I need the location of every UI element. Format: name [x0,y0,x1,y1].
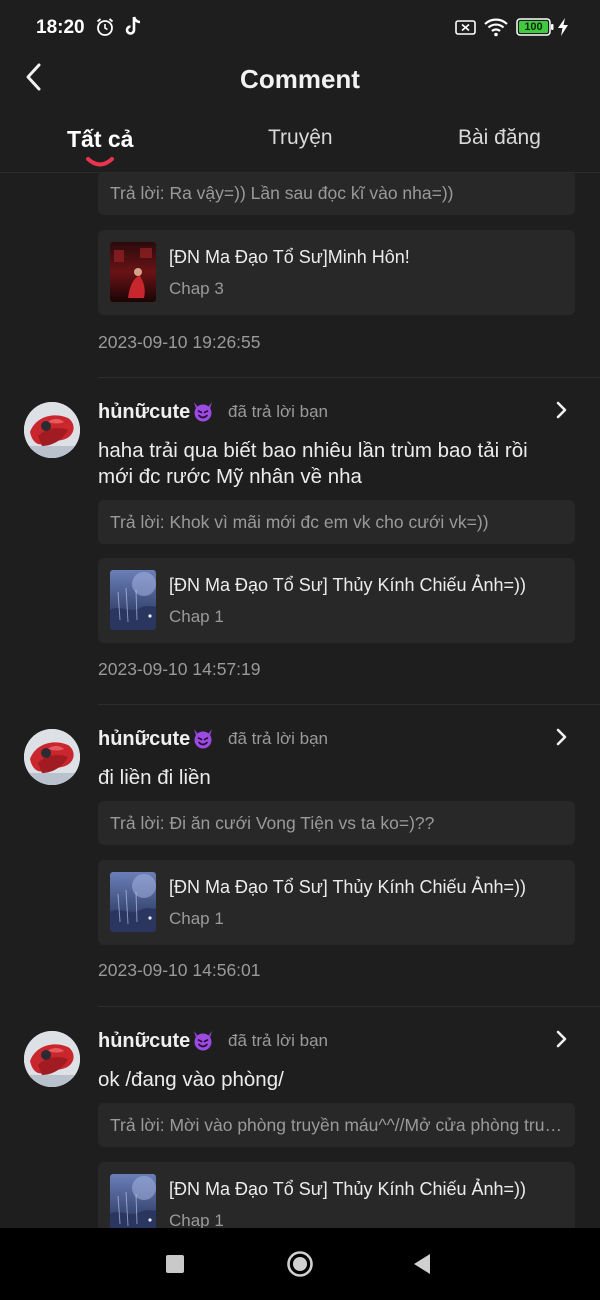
tab-all[interactable]: Tất cả [67,126,133,153]
story-cover-thumbnail [110,570,156,630]
tab-posts[interactable]: Bài đăng [458,126,541,150]
status-time: 18:20 [36,17,85,38]
story-chapter: Chap 1 [169,1211,224,1228]
battery-level: 100 [524,21,543,33]
username-text: hủnữcute [98,1030,191,1052]
chevron-right-icon[interactable] [554,726,570,748]
chevron-right-icon[interactable] [554,1028,570,1050]
action-text: đã trả lời bạn [228,402,328,421]
story-cover-thumbnail [110,242,156,302]
item-divider [98,704,600,705]
story-card[interactable]: [ĐN Ma Đạo Tổ Sư]Minh Hôn! Chap 3 [98,230,575,315]
story-chapter: Chap 1 [169,607,224,626]
story-chapter: Chap 3 [169,279,224,298]
notification-list[interactable]: Trả lời: Ra vậy=)) Lần sau đọc kĩ vào nh… [0,173,600,1228]
timestamp: 2023-09-10 14:57:19 [98,659,261,679]
reply-quote: Trả lời: Mời vào phòng truyền máu^^//Mở … [98,1103,575,1147]
username-text: hủnữcute [98,401,191,423]
username[interactable]: hủnữcute [98,1029,215,1053]
home-button[interactable] [286,1250,314,1278]
nav-back-button[interactable] [412,1252,432,1276]
no-sim-icon [455,20,476,35]
story-card[interactable]: [ĐN Ma Đạo Tổ Sư] Thủy Kính Chiếu Ảnh=))… [98,558,575,643]
charging-icon [558,18,568,36]
page-title: Comment [240,64,360,94]
devil-emoji-icon [191,400,215,422]
comment-text: đi liền đi liền [98,766,211,789]
timestamp: 2023-09-10 19:26:55 [98,332,261,352]
story-title: [ĐN Ma Đạo Tổ Sư] Thủy Kính Chiếu Ảnh=)) [169,877,527,897]
username[interactable]: hủnữcute [98,727,215,751]
comment-text: ok /đang vào phòng/ [98,1068,284,1091]
username[interactable]: hủnữcute [98,400,215,424]
devil-emoji-icon [191,1029,215,1051]
wifi-icon [484,18,508,37]
user-avatar[interactable] [24,402,80,458]
chevron-right-icon[interactable] [554,399,570,421]
active-tab-indicator [86,157,114,167]
action-text: đã trả lời bạn [228,1031,328,1050]
username-text: hủnữcute [98,728,191,750]
story-title: [ĐN Ma Đạo Tổ Sư]Minh Hôn! [169,247,410,267]
item-divider [98,1006,600,1007]
user-avatar[interactable] [24,729,80,785]
story-title: [ĐN Ma Đạo Tổ Sư] Thủy Kính Chiếu Ảnh=)) [169,575,527,595]
recent-apps-button[interactable] [166,1255,184,1273]
comment-text: haha trải qua biết bao nhiêu lần trùm ba… [98,439,528,488]
story-title: [ĐN Ma Đạo Tổ Sư] Thủy Kính Chiếu Ảnh=)) [169,1179,527,1199]
reply-quote: Trả lời: Ra vậy=)) Lần sau đọc kĩ vào nh… [98,173,575,215]
story-cover-thumbnail [110,1174,156,1228]
story-card[interactable]: [ĐN Ma Đạo Tổ Sư] Thủy Kính Chiếu Ảnh=))… [98,1162,575,1228]
reply-quote: Trả lời: Đi ăn cưới Vong Tiện vs ta ko=)… [98,801,575,845]
status-bar: 18:20 100 [0,0,600,56]
timestamp: 2023-09-10 14:56:01 [98,960,261,980]
devil-emoji-icon [191,727,215,749]
story-cover-thumbnail [110,872,156,932]
reply-quote: Trả lời: Khok vì mãi mới đc em vk cho cư… [98,500,575,544]
item-divider [98,377,600,378]
tab-stories[interactable]: Truyện [268,126,333,150]
action-text: đã trả lời bạn [228,729,328,748]
alarm-icon [96,18,114,36]
story-chapter: Chap 1 [169,909,224,928]
story-card[interactable]: [ĐN Ma Đạo Tổ Sư] Thủy Kính Chiếu Ảnh=))… [98,860,575,945]
battery-icon: 100 [516,18,554,36]
user-avatar[interactable] [24,1031,80,1087]
tiktok-icon [125,16,141,35]
